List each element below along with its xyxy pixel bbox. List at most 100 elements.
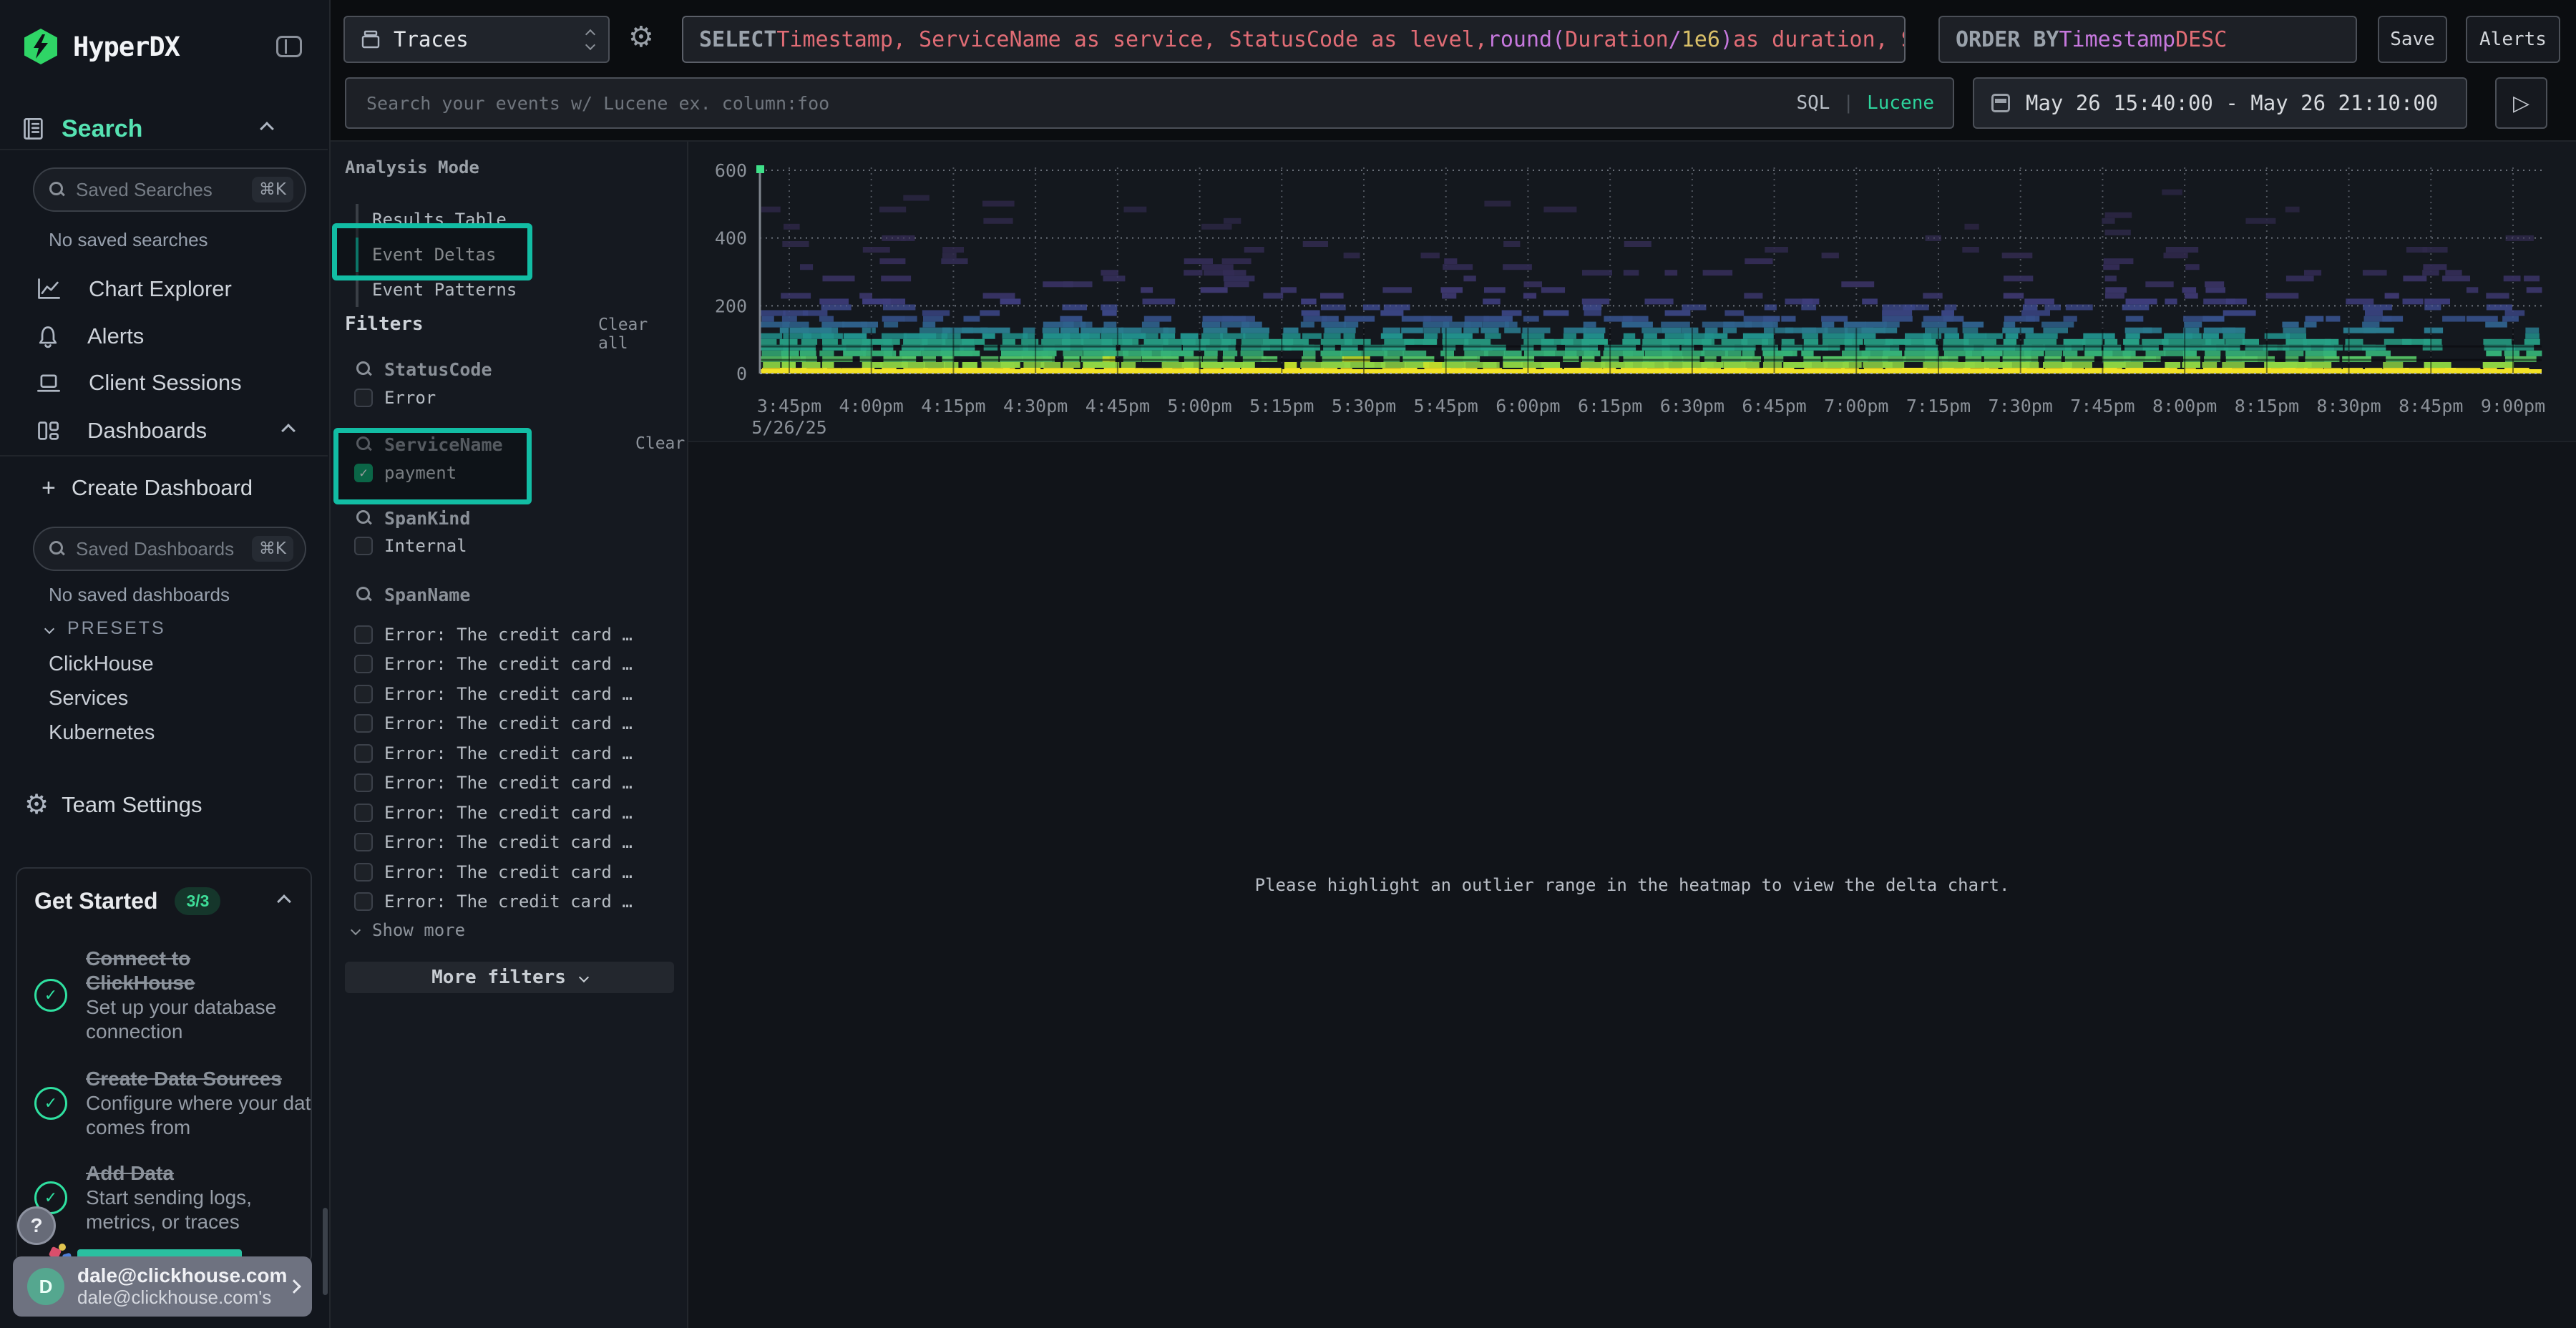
- filter-option-internal[interactable]: Internal: [354, 534, 467, 557]
- checkbox-unchecked[interactable]: [354, 892, 373, 911]
- filter-option-spanname[interactable]: Error: The credit card …: [354, 709, 683, 739]
- checkbox-unchecked[interactable]: [354, 655, 373, 673]
- get-started-item-desc: Start sending logs, metrics, or traces: [86, 1186, 312, 1234]
- divider: [0, 149, 328, 150]
- filter-option-label: Error: The credit card …: [384, 743, 633, 763]
- checkbox-unchecked[interactable]: [354, 744, 373, 763]
- sidebar-item-search[interactable]: Search: [21, 112, 308, 146]
- svg-text:4:45pm: 4:45pm: [1085, 396, 1150, 416]
- analysis-mode-title: Analysis Mode: [345, 157, 479, 177]
- filter-option-spanname[interactable]: Error: The credit card …: [354, 857, 683, 887]
- chevron-down-icon: [579, 972, 589, 982]
- clear-all-button[interactable]: Clear all: [598, 316, 687, 353]
- scrollbar-thumb[interactable]: [323, 1208, 328, 1295]
- checkbox-unchecked[interactable]: [354, 537, 373, 555]
- svg-text:0: 0: [736, 363, 747, 384]
- get-started-header[interactable]: Get Started 3/3: [34, 887, 293, 915]
- saved-searches-input[interactable]: [74, 178, 243, 202]
- svg-text:200: 200: [715, 296, 747, 316]
- sidebar-item-alerts[interactable]: Alerts: [0, 315, 329, 358]
- saved-dashboards-search[interactable]: ⌘K: [33, 527, 306, 571]
- more-filters-button[interactable]: More filters: [345, 962, 674, 993]
- duration-heatmap-panel: 02004006003:45pm4:00pm4:15pm4:30pm4:45pm…: [688, 142, 2576, 441]
- checkbox-unchecked[interactable]: [354, 773, 373, 792]
- checkbox-unchecked[interactable]: [354, 804, 373, 822]
- filters-panel: Analysis Mode Results Table Event Deltas…: [331, 142, 687, 1328]
- checkbox-unchecked[interactable]: [354, 625, 373, 644]
- run-query-button[interactable]: ▷: [2495, 77, 2547, 129]
- divider: [0, 455, 328, 456]
- show-more-button[interactable]: Show more: [352, 919, 465, 942]
- sidebar-item-dashboards[interactable]: Dashboards: [0, 409, 329, 452]
- search-icon[interactable]: [356, 436, 373, 453]
- get-started-item[interactable]: ✓ Create Data Sources Configure where yo…: [34, 1067, 293, 1140]
- sidebar-item-chart-explorer[interactable]: Chart Explorer: [0, 268, 329, 311]
- source-settings-gear-icon[interactable]: ⚙: [628, 23, 654, 52]
- filter-option-error[interactable]: Error: [354, 386, 436, 409]
- lucene-mode-toggle[interactable]: Lucene: [1867, 92, 1934, 114]
- filter-option-spanname[interactable]: Error: The credit card …: [354, 828, 683, 858]
- checkbox-checked[interactable]: ✓: [354, 464, 373, 482]
- chevron-down-icon: [585, 39, 595, 49]
- saved-searches-search[interactable]: ⌘K: [33, 167, 306, 212]
- sidebar-item-team-settings[interactable]: ⚙ Team Settings: [24, 786, 203, 824]
- saved-dashboards-input[interactable]: [74, 537, 243, 561]
- checkbox-unchecked[interactable]: [354, 685, 373, 703]
- filter-group-servicename: ServiceName: [356, 433, 503, 456]
- presets-label: PRESETS: [67, 618, 166, 639]
- filter-option-payment[interactable]: ✓ payment: [354, 462, 457, 484]
- order-by-input[interactable]: ORDER BY Timestamp DESC: [1938, 16, 2357, 63]
- checkbox-unchecked[interactable]: [354, 389, 373, 407]
- confetti-icon: [59, 1244, 66, 1251]
- svg-text:3:45pm: 3:45pm: [757, 396, 821, 416]
- search-icon[interactable]: [356, 361, 373, 378]
- spanname-options-list: Error: The credit card … Error: The cred…: [354, 620, 683, 917]
- checkbox-unchecked[interactable]: [354, 863, 373, 882]
- bell-icon: [36, 324, 60, 348]
- save-button[interactable]: Save: [2378, 16, 2447, 63]
- source-select[interactable]: Traces: [343, 16, 610, 63]
- mode-tab-results-table[interactable]: Results Table: [372, 202, 507, 237]
- filter-option-spanname[interactable]: Error: The credit card …: [354, 679, 683, 709]
- svg-text:5:30pm: 5:30pm: [1332, 396, 1396, 416]
- mode-tab-event-patterns[interactable]: Event Patterns: [372, 273, 517, 307]
- checkbox-unchecked[interactable]: [354, 714, 373, 733]
- filter-option-spanname[interactable]: Error: The credit card …: [354, 650, 683, 680]
- filter-option-spanname[interactable]: Error: The credit card …: [354, 887, 683, 917]
- sidebar-item-label: Chart Explorer: [89, 276, 232, 302]
- create-dashboard-button[interactable]: + Create Dashboard: [42, 472, 253, 504]
- filter-option-spanname[interactable]: Error: The credit card …: [354, 738, 683, 768]
- get-started-item[interactable]: ✓ Connect to ClickHouse Set up your data…: [34, 947, 293, 1044]
- get-started-item-title: Create Data Sources: [86, 1067, 312, 1091]
- search-icon[interactable]: [356, 586, 373, 603]
- svg-text:8:30pm: 8:30pm: [2316, 396, 2381, 416]
- check-circle-icon: ✓: [34, 1087, 67, 1120]
- sidebar-item-label: Client Sessions: [89, 370, 242, 396]
- search-icon[interactable]: [356, 509, 373, 527]
- select-query-input[interactable]: SELECT Timestamp, ServiceName as service…: [682, 16, 1906, 63]
- duration-heatmap[interactable]: 02004006003:45pm4:00pm4:15pm4:30pm4:45pm…: [688, 142, 2576, 441]
- event-search-input[interactable]: [365, 92, 1783, 114]
- no-saved-dashboards-text: No saved dashboards: [49, 584, 230, 606]
- filter-option-spanname[interactable]: Error: The credit card …: [354, 768, 683, 799]
- user-menu[interactable]: D dale@clickhouse.com dale@clickhouse.co…: [13, 1256, 312, 1317]
- event-search-bar[interactable]: SQL | Lucene: [345, 77, 1954, 129]
- mode-tab-event-deltas[interactable]: Event Deltas: [372, 238, 496, 272]
- clear-servicename-button[interactable]: Clear: [635, 434, 685, 453]
- date-range-picker[interactable]: May 26 15:40:00 - May 26 21:10:00: [1973, 77, 2467, 129]
- sidebar-collapse-icon[interactable]: [276, 36, 302, 57]
- sidebar-item-client-sessions[interactable]: Client Sessions: [0, 361, 329, 404]
- presets-toggle[interactable]: PRESETS: [46, 618, 166, 639]
- alerts-button[interactable]: Alerts: [2466, 16, 2560, 63]
- preset-kubernetes[interactable]: Kubernetes: [49, 721, 155, 745]
- svg-text:5:00pm: 5:00pm: [1167, 396, 1231, 416]
- preset-services[interactable]: Services: [49, 687, 128, 711]
- sql-mode-toggle[interactable]: SQL: [1796, 92, 1830, 114]
- filter-option-label: Internal: [384, 536, 467, 556]
- filter-option-spanname[interactable]: Error: The credit card …: [354, 620, 683, 650]
- preset-clickhouse[interactable]: ClickHouse: [49, 653, 154, 676]
- checkbox-unchecked[interactable]: [354, 833, 373, 851]
- help-button[interactable]: ?: [17, 1206, 56, 1245]
- get-started-item[interactable]: ✓ Add Data Start sending logs, metrics, …: [34, 1161, 293, 1234]
- filter-option-spanname[interactable]: Error: The credit card …: [354, 798, 683, 828]
